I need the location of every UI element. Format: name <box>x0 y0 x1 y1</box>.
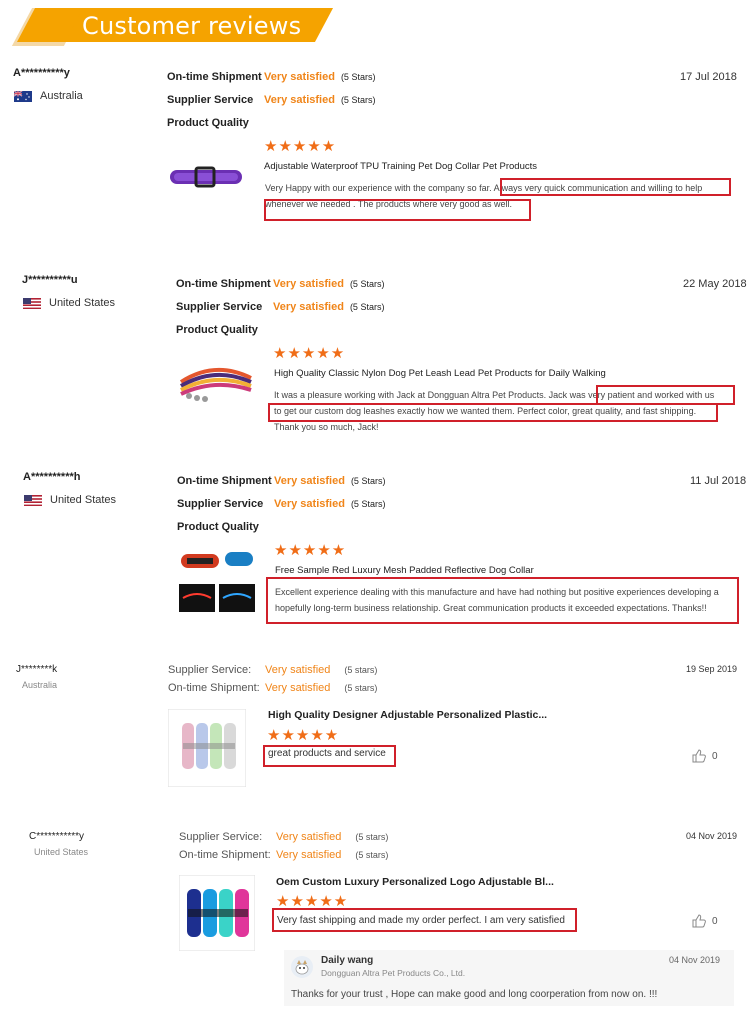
highlight-box <box>500 178 731 196</box>
reviewer-country: United States <box>34 847 89 857</box>
reviewer-country: Australia <box>14 90 83 102</box>
metric-shipment: On-time Shipment: Very satisfied (5 stars) <box>179 849 389 861</box>
thumbs-up-icon <box>692 914 706 928</box>
section-banner: Customer reviews <box>11 8 334 46</box>
metric-quality: Product Quality <box>177 521 259 533</box>
review-date: 19 Sep 2019 <box>686 664 738 674</box>
like-button[interactable]: 0 <box>692 914 718 928</box>
product-link[interactable]: Oem Custom Luxury Personalized Logo Adju… <box>276 876 554 888</box>
highlight-box <box>272 908 577 932</box>
reply-author: Daily wang <box>321 955 374 966</box>
supplier-reply: Daily wang Dongguan Altra Pet Products C… <box>284 950 734 1006</box>
reviewer-name: A**********h <box>23 471 81 483</box>
like-button[interactable]: 0 <box>692 749 718 763</box>
highlight-box <box>266 577 739 624</box>
reviewer-name: A**********y <box>13 67 70 79</box>
reply-text: Thanks for your trust , Hope can make go… <box>291 989 658 1000</box>
reviewer-name: J********k <box>16 664 58 675</box>
product-link[interactable]: Free Sample Red Luxury Mesh Padded Refle… <box>275 565 534 576</box>
rating-stars: ★★★★★ <box>264 138 337 155</box>
product-link[interactable]: Adjustable Waterproof TPU Training Pet D… <box>264 161 537 172</box>
avatar <box>291 956 313 978</box>
highlight-box <box>263 745 396 767</box>
highlight-box <box>268 403 718 422</box>
product-link[interactable]: High Quality Classic Nylon Dog Pet Leash… <box>274 368 606 379</box>
like-count: 0 <box>712 750 718 762</box>
product-thumbnail[interactable] <box>175 352 257 406</box>
metric-service: Supplier Service: Very satisfied (5 stars) <box>168 664 378 676</box>
product-thumbnail[interactable] <box>179 875 255 951</box>
metric-shipment: On-time Shipment Very satisfied (5 Stars) <box>176 278 385 290</box>
review-date: 11 Jul 2018 <box>690 475 747 487</box>
reviewer-name: J**********u <box>22 274 78 286</box>
metric-shipment: On-time Shipment Very satisfied (5 Stars) <box>167 71 376 83</box>
rating-stars: ★★★★★ <box>274 542 347 559</box>
metric-service: Supplier Service Very satisfied (5 Stars) <box>167 94 376 106</box>
product-link[interactable]: High Quality Designer Adjustable Persona… <box>268 709 547 721</box>
review-date: 04 Nov 2019 <box>686 831 738 841</box>
reply-date: 04 Nov 2019 <box>668 955 720 965</box>
product-thumbnail[interactable] <box>179 548 255 614</box>
us-flag-icon <box>23 297 41 309</box>
reviewer-country: United States <box>24 494 116 506</box>
reviewer-country: United States <box>23 297 115 309</box>
rating-stars: ★★★★★ <box>276 893 349 910</box>
rating-stars: ★★★★★ <box>267 727 340 744</box>
metric-service: Supplier Service Very satisfied (5 Stars) <box>176 301 385 313</box>
metric-service: Supplier Service Very satisfied (5 Stars) <box>177 498 386 510</box>
metric-service: Supplier Service: Very satisfied (5 stars) <box>179 831 389 843</box>
review-date: 22 May 2018 <box>683 278 747 290</box>
highlight-box <box>264 199 531 221</box>
product-thumbnail[interactable] <box>166 156 246 202</box>
reviewer-country: Australia <box>22 680 58 690</box>
metric-quality: Product Quality <box>167 117 249 129</box>
metric-shipment: On-time Shipment: Very satisfied (5 stars) <box>168 682 378 694</box>
us-flag-icon <box>24 494 42 506</box>
section-title: Customer reviews <box>82 12 302 40</box>
australia-flag-icon <box>14 90 32 102</box>
like-count: 0 <box>712 915 718 927</box>
rating-stars: ★★★★★ <box>273 345 346 362</box>
highlight-box <box>596 385 735 405</box>
thumbs-up-icon <box>692 749 706 763</box>
review-date: 17 Jul 2018 <box>680 71 737 83</box>
metric-quality: Product Quality <box>176 324 258 336</box>
reply-company: Dongguan Altra Pet Products Co., Ltd. <box>321 968 466 978</box>
reviewer-name: C***********y <box>29 831 85 842</box>
metric-shipment: On-time Shipment Very satisfied (5 Stars) <box>177 475 386 487</box>
product-thumbnail[interactable] <box>168 709 246 787</box>
